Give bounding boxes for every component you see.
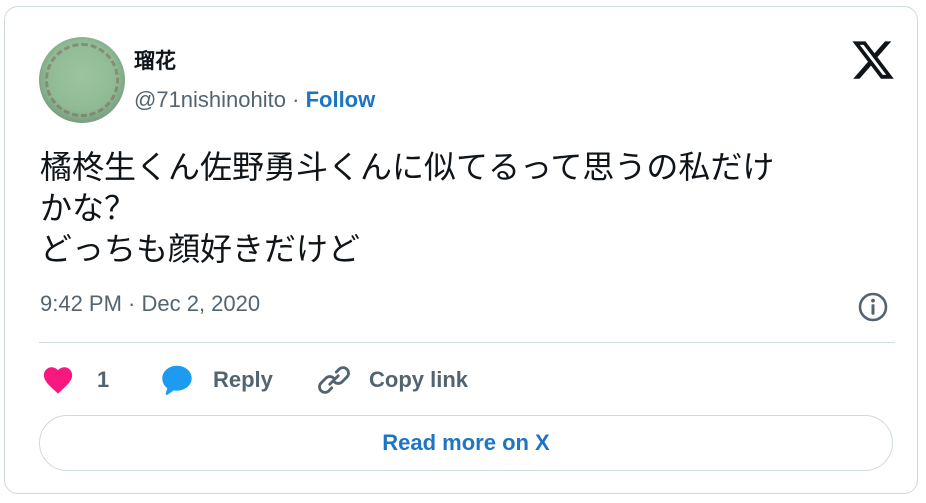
tweet-text-line: 橘柊生くん佐野勇斗くんに似てるって思うの私だけ bbox=[40, 149, 775, 185]
like-count: 1 bbox=[97, 367, 110, 392]
divider bbox=[39, 342, 895, 343]
tweet-card: 瑠花 @71nishinohito · Follow 橘柊生くん佐野勇斗くんに似… bbox=[4, 6, 918, 494]
avatar[interactable] bbox=[39, 37, 125, 123]
read-more-button[interactable]: Read more on X bbox=[39, 415, 893, 471]
tweet-text-line: かな？ bbox=[40, 190, 137, 226]
follow-button[interactable]: Follow bbox=[306, 87, 376, 112]
x-logo-icon[interactable] bbox=[850, 37, 896, 83]
reply-label: Reply bbox=[213, 367, 273, 392]
tweet-text: 橘柊生くん佐野勇斗くんに似てるって思うの私だけ かな？ どっちも顔好きだけど bbox=[40, 147, 900, 270]
info-icon[interactable] bbox=[857, 291, 889, 323]
handle-separator: · bbox=[292, 87, 300, 112]
reply-button[interactable]: Reply bbox=[159, 362, 273, 398]
like-button[interactable]: 1 bbox=[41, 362, 109, 398]
heart-icon bbox=[41, 363, 75, 397]
copy-link-label: Copy link bbox=[369, 367, 469, 392]
tweet-text-line: どっちも顔好きだけど bbox=[40, 231, 361, 267]
tweet-timestamp[interactable]: 9:42 PM · Dec 2, 2020 bbox=[40, 291, 260, 317]
author-display-name[interactable]: 瑠花 bbox=[134, 45, 176, 75]
speech-bubble-icon bbox=[159, 362, 195, 398]
author-handle[interactable]: @71nishinohito bbox=[134, 87, 286, 112]
copy-link-button[interactable]: Copy link bbox=[317, 362, 468, 398]
link-icon bbox=[317, 363, 351, 397]
author-handle-row: @71nishinohito · Follow bbox=[134, 87, 375, 113]
